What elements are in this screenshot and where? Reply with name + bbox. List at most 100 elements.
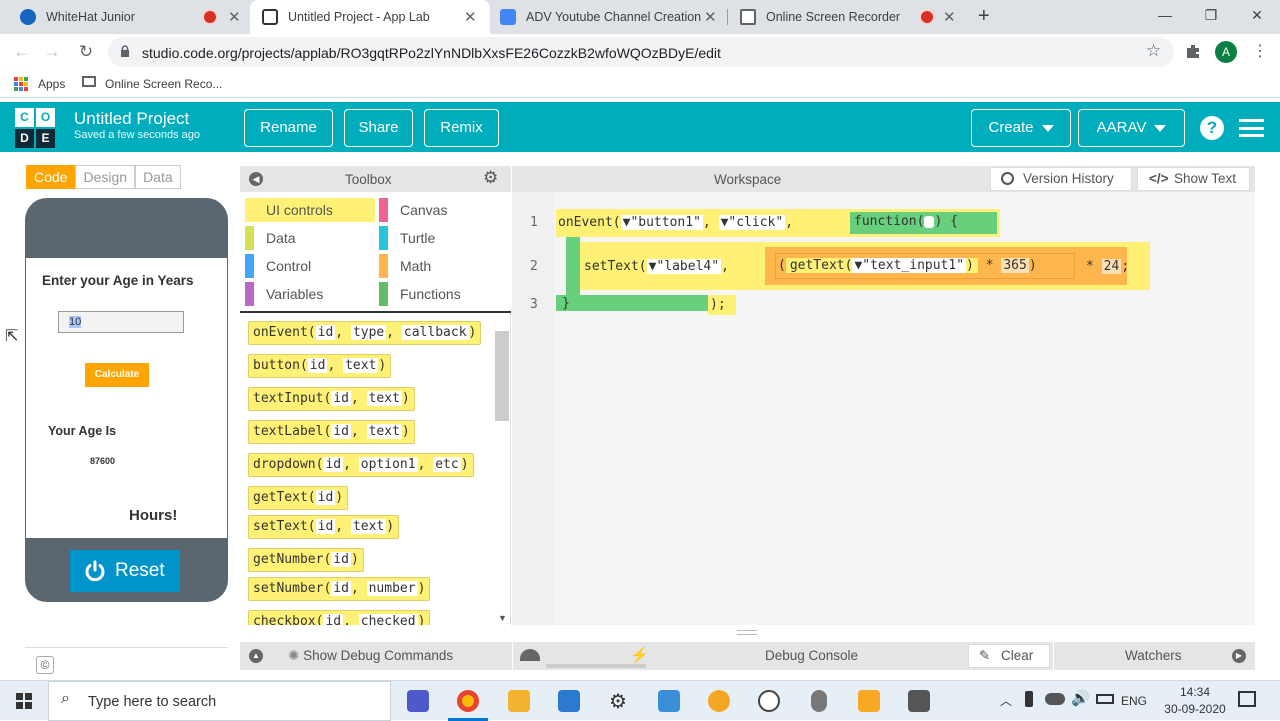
gear-icon[interactable]: ⚙: [483, 168, 498, 188]
restore-icon[interactable]: ❐: [1188, 0, 1234, 30]
forward-icon[interactable]: →: [40, 40, 64, 64]
rabbit-fast-icon[interactable]: ⚡: [630, 646, 649, 664]
toolbox-block-onevent[interactable]: onEvent(id, type, callback): [248, 321, 482, 345]
close-tab-icon[interactable]: ✕: [228, 8, 241, 26]
bookmark-apps[interactable]: Apps: [38, 77, 65, 91]
microphone-icon[interactable]: [811, 690, 827, 712]
toolbox-block-textlabel[interactable]: textLabel(id, text): [248, 420, 415, 444]
function-block[interactable]: function() {: [850, 212, 997, 234]
share-button[interactable]: Share: [344, 109, 413, 147]
toolbox-block-dropdown[interactable]: dropdown(id, option1, etc): [248, 453, 474, 477]
show-debug-commands[interactable]: ✺ Show Debug Commands: [288, 648, 453, 664]
event-type-dropdown[interactable]: ▼"click": [718, 215, 786, 230]
hamburger-menu-icon[interactable]: [1239, 119, 1264, 137]
calculate-button[interactable]: Calculate: [85, 363, 149, 387]
tab-whitehat[interactable]: WhiteHat Junior ✕: [8, 0, 248, 34]
video-editor-icon[interactable]: [858, 690, 880, 712]
windows-start-icon[interactable]: [16, 693, 32, 709]
param-slot[interactable]: [924, 215, 935, 228]
reload-icon[interactable]: ↻: [74, 40, 98, 64]
close-tab-icon[interactable]: ✕: [464, 8, 477, 26]
category-turtle[interactable]: Turtle: [379, 226, 435, 250]
tab-screen-recorder[interactable]: Online Screen Recorder ✕: [728, 0, 968, 34]
category-control[interactable]: Control: [245, 254, 311, 278]
create-button[interactable]: Create: [971, 109, 1071, 147]
toolbox-block-settext[interactable]: setText(id, text): [248, 515, 400, 539]
alarm-clock-icon[interactable]: [758, 690, 780, 712]
code-org-logo[interactable]: C O D E: [15, 108, 55, 148]
hours-number[interactable]: 24: [1101, 259, 1122, 274]
speed-slider[interactable]: [546, 664, 646, 668]
toolbox-block-textinput[interactable]: textInput(id, text): [248, 387, 415, 411]
category-data[interactable]: Data: [245, 226, 296, 250]
tab-adv-youtube[interactable]: ADV Youtube Channel Creation ✕: [488, 0, 728, 34]
toolbox-block-gettext[interactable]: getText(id): [248, 486, 349, 510]
gettext-block[interactable]: getText(▼"text_input1"): [785, 258, 978, 273]
input-id-dropdown[interactable]: ▼"text_input1": [852, 258, 967, 273]
teams-icon[interactable]: [407, 690, 429, 712]
onedrive-cloud-icon[interactable]: [1045, 693, 1065, 705]
label-id-dropdown[interactable]: ▼"label4": [646, 259, 722, 274]
media-player-icon[interactable]: [558, 690, 580, 712]
user-menu-button[interactable]: AARAV: [1078, 109, 1185, 147]
tab-code[interactable]: Code: [26, 165, 76, 189]
copyright-icon[interactable]: ©: [36, 656, 54, 674]
reset-button[interactable]: Reset: [70, 550, 180, 592]
category-math[interactable]: Math: [379, 254, 431, 278]
extensions-icon[interactable]: [1184, 42, 1202, 60]
category-ui-controls[interactable]: UI controls: [245, 198, 375, 222]
browser-menu-icon[interactable]: ⋮: [1252, 41, 1268, 61]
days-number[interactable]: 365: [1001, 258, 1029, 273]
close-tab-icon[interactable]: ✕: [704, 8, 717, 26]
omnibox[interactable]: studio.code.org/projects/applab/RO3gqtRP…: [108, 37, 1174, 67]
turtle-slow-icon[interactable]: [520, 649, 540, 661]
language-indicator[interactable]: ENG: [1121, 694, 1147, 708]
pen-icon[interactable]: [1025, 691, 1033, 707]
chrome-icon[interactable]: [457, 690, 479, 712]
remix-button[interactable]: Remix: [424, 109, 499, 147]
category-functions[interactable]: Functions: [379, 282, 461, 306]
notifications-icon[interactable]: [1238, 691, 1256, 707]
volume-icon[interactable]: 🔊: [1071, 689, 1090, 707]
version-history-button[interactable]: Version History: [990, 167, 1132, 191]
age-input[interactable]: 10: [58, 311, 184, 333]
button-id-dropdown[interactable]: ▼"button1": [620, 215, 703, 230]
battery-icon[interactable]: [1096, 694, 1114, 704]
clear-button[interactable]: ✎ Clear: [968, 644, 1050, 668]
bookmark-screen-recorder[interactable]: Online Screen Reco...: [105, 77, 222, 91]
tab-design[interactable]: Design: [75, 165, 136, 189]
toolbox-block-checkbox[interactable]: checkbox(id, checked): [248, 610, 431, 625]
resize-handle[interactable]: [737, 630, 757, 635]
collapse-left-icon[interactable]: ◀: [249, 172, 263, 186]
minimize-icon[interactable]: —: [1142, 0, 1188, 30]
rename-button[interactable]: Rename: [244, 109, 333, 147]
collapse-right-icon[interactable]: ▶: [1232, 649, 1246, 663]
window-close-icon[interactable]: ✕: [1234, 0, 1280, 30]
toolbox-block-button[interactable]: button(id, text): [248, 354, 392, 378]
taskbar-search[interactable]: ⌕ Type here to search: [48, 681, 391, 721]
category-canvas[interactable]: Canvas: [379, 198, 447, 222]
help-icon[interactable]: ?: [1200, 116, 1224, 140]
back-icon[interactable]: ←: [10, 40, 34, 64]
show-text-button[interactable]: </> Show Text: [1137, 167, 1250, 191]
camera-icon[interactable]: [908, 690, 930, 712]
scroll-down-icon[interactable]: ▼: [498, 613, 507, 623]
tab-data[interactable]: Data: [135, 165, 181, 189]
toolbox-block-setnumber[interactable]: setNumber(id, number): [248, 577, 431, 601]
category-variables[interactable]: Variables: [245, 282, 323, 306]
new-tab-icon[interactable]: +: [978, 5, 990, 28]
clock[interactable]: 14:34 30-09-2020: [1160, 685, 1230, 716]
toolbox-block-getnumber[interactable]: getNumber(id): [248, 548, 364, 572]
profile-avatar[interactable]: A: [1215, 41, 1237, 63]
multiply-inner-block[interactable]: (getText(▼"text_input1") * 365): [775, 253, 1075, 279]
expand-up-icon[interactable]: ▲: [249, 649, 263, 663]
close-tab-icon[interactable]: ✕: [943, 8, 956, 26]
file-explorer-icon[interactable]: [508, 690, 530, 712]
toolbox-scrollbar[interactable]: [495, 331, 509, 421]
show-hidden-icons[interactable]: ︿: [1000, 692, 1012, 709]
settings-icon[interactable]: ⚙: [609, 689, 627, 714]
edge-icon[interactable]: [708, 690, 730, 712]
tab-applab[interactable]: Untitled Project - App Lab ✕: [250, 0, 490, 34]
bookmark-star-icon[interactable]: ☆: [1146, 41, 1161, 61]
photos-icon[interactable]: [658, 690, 680, 712]
